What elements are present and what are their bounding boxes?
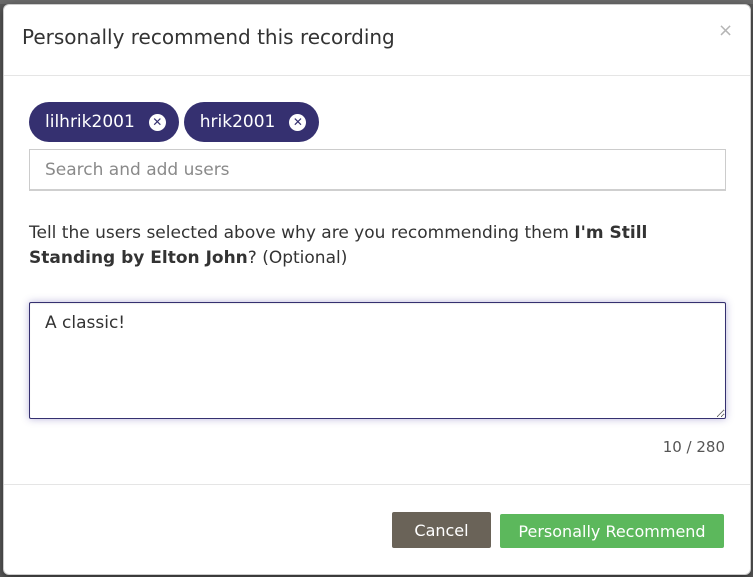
dialog-title: Personally recommend this recording xyxy=(22,25,395,49)
prompt-prefix: Tell the users selected above why are yo… xyxy=(29,223,575,243)
personally-recommend-button[interactable]: Personally Recommend xyxy=(500,514,724,548)
user-pill-lilhrik2001: lilhrik2001 ✕ xyxy=(29,102,179,142)
recommendation-message-textarea[interactable]: A classic! xyxy=(29,302,726,419)
user-pill-hrik2001: hrik2001 ✕ xyxy=(183,102,320,142)
dialog-header: Personally recommend this recording × xyxy=(4,5,750,76)
close-icon[interactable]: × xyxy=(718,22,733,40)
remove-user-icon[interactable]: ✕ xyxy=(289,113,307,131)
selected-users-list: lilhrik2001 ✕ hrik2001 ✕ xyxy=(29,102,320,142)
recommend-dialog: Personally recommend this recording × li… xyxy=(3,4,751,575)
prompt-suffix: ? (Optional) xyxy=(247,248,348,268)
cancel-button[interactable]: Cancel xyxy=(392,512,491,548)
search-users-input[interactable] xyxy=(29,149,726,191)
dialog-footer-divider xyxy=(4,484,750,485)
recommendation-prompt: Tell the users selected above why are yo… xyxy=(29,221,729,271)
character-count: 10 / 280 xyxy=(662,438,725,456)
user-pill-label: lilhrik2001 xyxy=(45,112,135,132)
remove-user-icon[interactable]: ✕ xyxy=(148,113,166,131)
user-pill-label: hrik2001 xyxy=(199,112,276,132)
